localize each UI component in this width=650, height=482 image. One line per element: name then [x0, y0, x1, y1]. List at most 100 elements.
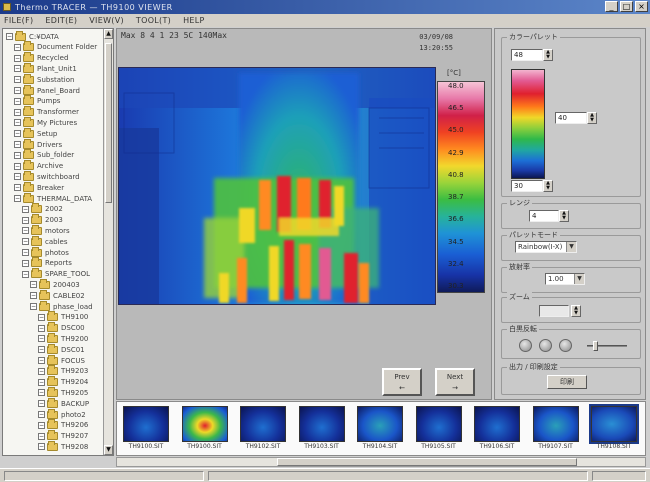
- thumbnail-image[interactable]: [532, 406, 579, 442]
- balance-dial-1-icon[interactable]: [519, 339, 532, 352]
- menu-file[interactable]: FILE(F): [4, 16, 33, 25]
- thumbnail-image[interactable]: [415, 406, 462, 442]
- tree-item[interactable]: − THERMAL_DATA: [14, 192, 92, 204]
- menu-tool[interactable]: TOOL(T): [136, 16, 171, 25]
- tree-item[interactable]: − Recycled: [14, 52, 68, 64]
- close-button[interactable]: ×: [635, 1, 648, 12]
- next-button[interactable]: Next →: [435, 368, 475, 396]
- tree-item[interactable]: − photos: [22, 246, 69, 258]
- tree-item[interactable]: − TH9205: [38, 386, 88, 398]
- expand-toggle-icon[interactable]: −: [14, 162, 21, 170]
- expand-toggle-icon[interactable]: −: [38, 443, 45, 451]
- expand-toggle-icon[interactable]: −: [6, 33, 13, 40]
- balance-slider-thumb[interactable]: [593, 341, 598, 351]
- zoom-spinner[interactable]: ▲ ▼: [571, 305, 581, 317]
- expand-toggle-icon[interactable]: −: [14, 141, 21, 148]
- tree-item[interactable]: − Archive: [14, 160, 63, 172]
- expand-toggle-icon[interactable]: −: [38, 421, 45, 429]
- expand-toggle-icon[interactable]: −: [14, 108, 21, 116]
- thumbnail-image[interactable]: [474, 406, 520, 442]
- tree-item[interactable]: − TH9200: [38, 332, 88, 344]
- expand-toggle-icon[interactable]: −: [14, 54, 21, 62]
- folder-tree[interactable]: ▲ ▼ − C:¥DATA − Document Folder − Recycled − Pl…: [2, 28, 114, 456]
- tree-item[interactable]: − DSC00: [38, 322, 85, 334]
- tree-item[interactable]: − CABLE02: [30, 289, 85, 301]
- balance-dial-3-icon[interactable]: [559, 339, 572, 352]
- tree-item[interactable]: − TH9204: [38, 376, 88, 388]
- expand-toggle-icon[interactable]: −: [14, 151, 21, 159]
- min-spinner[interactable]: ▲ ▼: [543, 180, 553, 192]
- tree-item[interactable]: − FOCUS: [38, 354, 85, 366]
- thumbnail-image[interactable]: [123, 406, 169, 442]
- expand-toggle-icon[interactable]: −: [14, 76, 21, 84]
- expand-toggle-icon[interactable]: −: [30, 303, 37, 310]
- tree-item[interactable]: − motors: [22, 224, 70, 236]
- expand-toggle-icon[interactable]: −: [22, 227, 29, 235]
- range-spinner[interactable]: ▲ ▼: [559, 210, 569, 222]
- tree-item[interactable]: − DSC01: [38, 343, 85, 355]
- balance-dial-2-icon[interactable]: [539, 339, 552, 352]
- thumbnail-scrollbar[interactable]: [116, 457, 646, 467]
- expand-toggle-icon[interactable]: −: [30, 292, 37, 300]
- expand-toggle-icon[interactable]: −: [38, 357, 45, 364]
- thumbnail-image[interactable]: [357, 406, 403, 442]
- expand-toggle-icon[interactable]: −: [38, 346, 45, 354]
- tree-item[interactable]: − 2002: [22, 203, 63, 215]
- expand-toggle-icon[interactable]: −: [14, 119, 21, 127]
- tree-item[interactable]: − TH9208: [38, 440, 88, 452]
- expand-toggle-icon[interactable]: −: [22, 259, 29, 267]
- expand-toggle-icon[interactable]: −: [38, 335, 45, 343]
- expand-toggle-icon[interactable]: −: [22, 216, 29, 224]
- expand-toggle-icon[interactable]: −: [14, 184, 21, 192]
- tree-item[interactable]: − cables: [22, 235, 67, 247]
- thumbnail-image[interactable]: [240, 406, 286, 442]
- tree-item[interactable]: − 2003: [22, 214, 63, 226]
- expand-toggle-icon[interactable]: −: [38, 400, 45, 408]
- tree-item[interactable]: − TH9100: [38, 311, 88, 323]
- palette-mode-select[interactable]: Rainbow(I-X) ▼: [515, 241, 577, 253]
- tree-item[interactable]: − TH9203: [38, 365, 88, 377]
- tree-item[interactable]: − Pumps: [14, 95, 60, 107]
- tree-item[interactable]: − Reports: [22, 257, 72, 269]
- expand-toggle-icon[interactable]: −: [14, 195, 21, 202]
- mid-value-field[interactable]: 40: [555, 112, 587, 124]
- tree-item[interactable]: − Drivers: [14, 138, 62, 150]
- expand-toggle-icon[interactable]: −: [14, 65, 21, 73]
- tree-item[interactable]: − 200403: [30, 278, 80, 290]
- expand-toggle-icon[interactable]: −: [22, 249, 29, 256]
- tree-scroll-thumb[interactable]: [105, 43, 112, 203]
- expand-toggle-icon[interactable]: −: [22, 238, 29, 246]
- thermal-image[interactable]: [118, 67, 436, 305]
- max-value-field[interactable]: 48: [511, 49, 543, 61]
- minimize-button[interactable]: _: [605, 1, 618, 12]
- previous-button[interactable]: Prev ←: [382, 368, 422, 396]
- thumbnail-scroll-thumb[interactable]: [277, 458, 577, 466]
- range-field[interactable]: 4: [529, 210, 559, 222]
- expand-toggle-icon[interactable]: −: [38, 411, 45, 418]
- mid-spinner[interactable]: ▲ ▼: [587, 112, 597, 124]
- expand-toggle-icon[interactable]: −: [38, 389, 45, 397]
- emissivity-select[interactable]: 1.00 ▼: [545, 273, 585, 285]
- max-spinner[interactable]: ▲ ▼: [543, 49, 553, 61]
- scroll-up-arrow-icon[interactable]: ▲: [104, 29, 113, 39]
- expand-toggle-icon[interactable]: −: [38, 324, 45, 332]
- tree-item[interactable]: − Setup: [14, 127, 57, 139]
- print-button[interactable]: 印刷: [547, 375, 587, 389]
- thumbnail-image[interactable]: [298, 406, 345, 442]
- expand-toggle-icon[interactable]: −: [38, 378, 45, 386]
- expand-toggle-icon[interactable]: −: [14, 43, 21, 51]
- maximize-button[interactable]: □: [620, 1, 633, 12]
- menu-help[interactable]: HELP: [183, 16, 205, 25]
- tree-item[interactable]: − phase_load: [30, 300, 93, 312]
- expand-toggle-icon[interactable]: −: [14, 87, 21, 94]
- expand-toggle-icon[interactable]: −: [38, 432, 45, 440]
- tree-item[interactable]: − photo2: [38, 408, 86, 420]
- tree-scrollbar[interactable]: ▲ ▼: [103, 29, 113, 455]
- zoom-field[interactable]: [539, 305, 569, 317]
- thumbnail-image[interactable]: [589, 404, 639, 444]
- tree-item[interactable]: − BACKUP: [38, 397, 89, 409]
- expand-toggle-icon[interactable]: −: [14, 130, 21, 138]
- thumbnail-image[interactable]: [181, 406, 228, 442]
- expand-toggle-icon[interactable]: −: [38, 313, 45, 321]
- min-value-field[interactable]: 30: [511, 180, 543, 192]
